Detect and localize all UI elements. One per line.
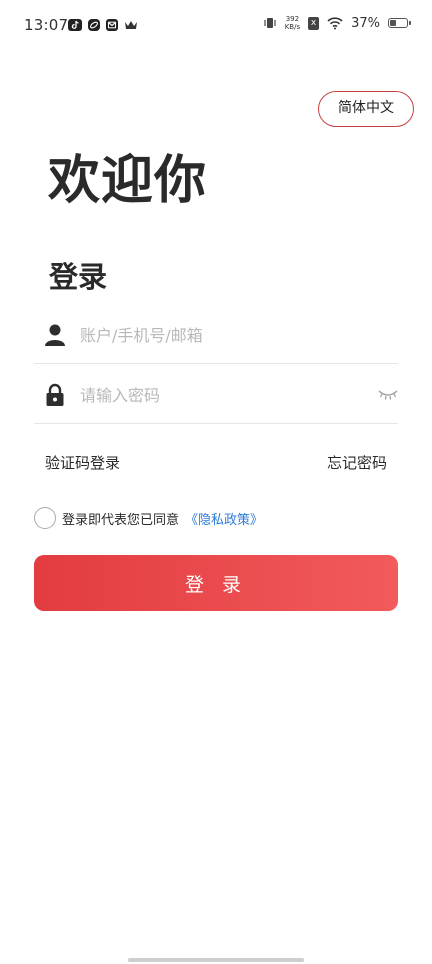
battery-fill (390, 20, 396, 26)
battery-percent: 37% (351, 15, 380, 31)
net-speed: 392 KB/s (285, 15, 300, 31)
user-icon (45, 324, 65, 346)
password-input[interactable] (80, 381, 370, 409)
eye-closed-icon[interactable] (378, 388, 398, 402)
net-speed-unit: KB/s (284, 23, 301, 31)
lock-icon (46, 383, 64, 406)
home-indicator[interactable] (128, 958, 304, 962)
language-button[interactable]: 简体中文 (318, 91, 414, 127)
login-heading: 登录 (49, 260, 108, 294)
agreement-row: 登录即代表您已同意 《隐私政策》 (34, 507, 263, 529)
status-right-icons: 392 KB/s x 37% (263, 15, 411, 31)
agree-checkbox[interactable] (34, 507, 56, 529)
forgot-password-link[interactable]: 忘记密码 (327, 452, 387, 473)
password-field-row (34, 366, 398, 424)
message-icon (106, 19, 118, 31)
account-field-row (34, 306, 398, 364)
welcome-title: 欢迎你 (48, 151, 208, 211)
crown-icon (125, 21, 137, 29)
privacy-policy-link[interactable]: 《隐私政策》 (185, 509, 263, 528)
status-left-icons (68, 19, 138, 31)
wifi-icon (327, 17, 343, 30)
app-icon (88, 19, 100, 31)
login-button[interactable]: 登 录 (34, 555, 398, 611)
account-input[interactable] (80, 321, 370, 349)
sms-login-link[interactable]: 验证码登录 (45, 452, 120, 473)
status-bar: 13:07 392 KB/s x 37% (0, 0, 432, 52)
agree-text: 登录即代表您已同意 (62, 512, 180, 528)
tiktok-icon (68, 19, 82, 31)
battery-icon (388, 18, 411, 28)
net-speed-value: 392 (285, 15, 300, 23)
sim-x-icon: x (308, 16, 320, 30)
vibrate-icon (264, 18, 276, 28)
status-time: 13:07 (24, 16, 69, 34)
